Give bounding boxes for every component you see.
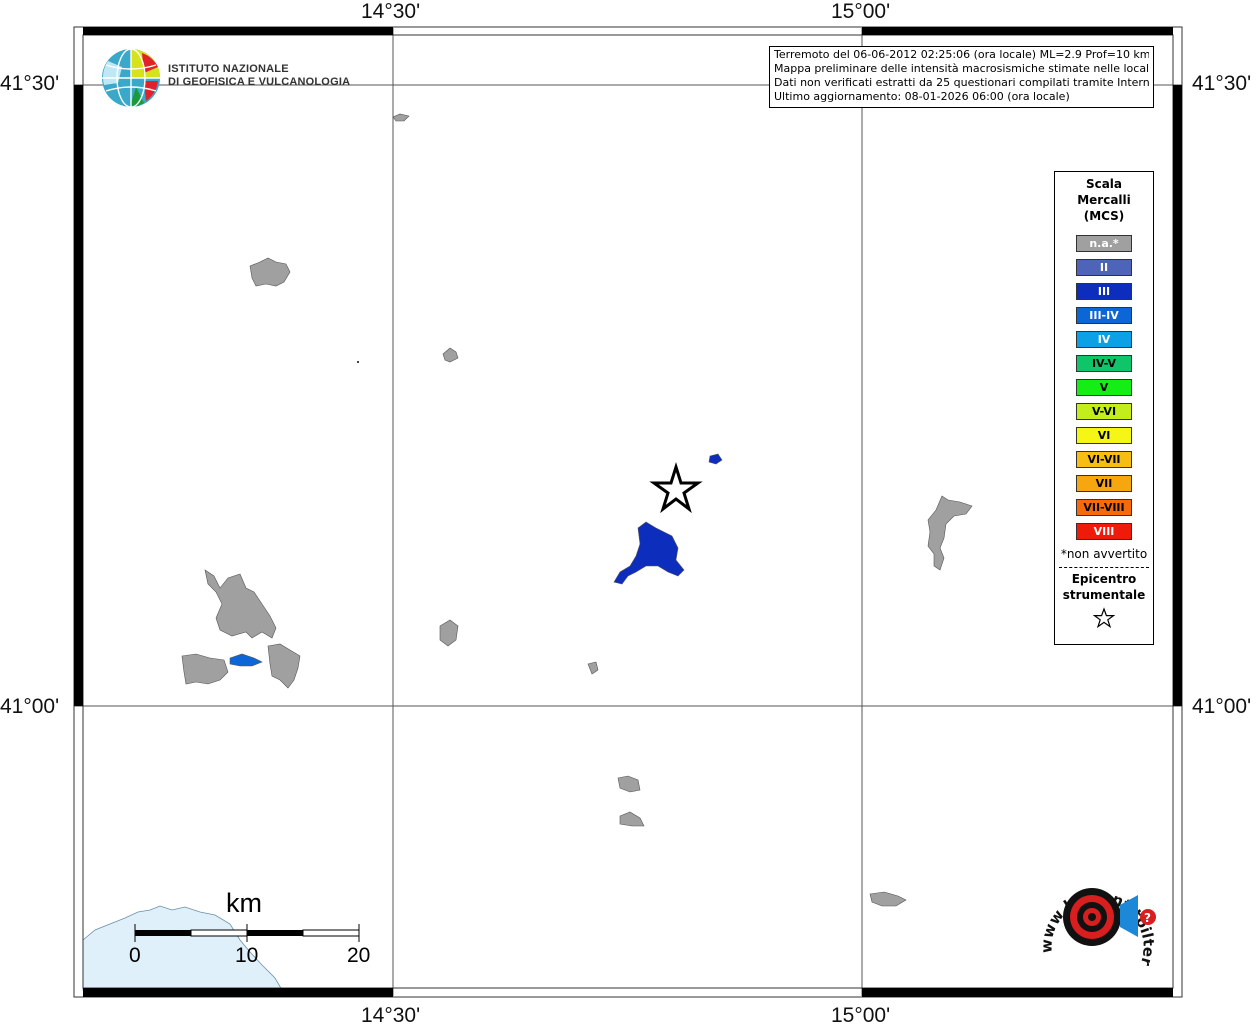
haisentito-emblem-icon: www.haisentitoilterremoto.it ? <box>1022 851 1158 968</box>
municipality-area <box>249 257 291 287</box>
legend-item: VII <box>1076 475 1132 492</box>
municipality-polygons <box>181 113 973 907</box>
legend-item: IV <box>1076 331 1132 348</box>
municipality-area <box>617 775 641 793</box>
scale-bar-unit: km <box>226 888 262 918</box>
legend-separator <box>1059 567 1149 568</box>
scale-bar-label-10: 10 <box>235 944 259 967</box>
legend-item: V-VI <box>1076 403 1132 420</box>
mcs-legend: Scala Mercalli (MCS) n.a.* II III III-IV IV I… <box>1054 171 1154 645</box>
border-segment <box>83 988 393 997</box>
ingv-logo: ISTITUTO NAZIONALE DI GEOFISICA E VULCAN… <box>100 47 350 109</box>
municipality-area <box>357 361 359 363</box>
scale-bar-segment <box>135 930 191 936</box>
municipality-area <box>181 653 229 685</box>
border-segment <box>862 27 1173 35</box>
ingv-globe-icon <box>102 48 160 108</box>
map-description-line: Mappa preliminare delle intensità macros… <box>774 62 1149 75</box>
svg-text:?: ? <box>1144 911 1151 925</box>
lon-label-top-west: 14°30' <box>361 0 421 23</box>
scale-bar-segment <box>302 929 360 937</box>
event-info-box: Terremoto del 06-06-2012 02:25:06 (ora l… <box>769 46 1154 108</box>
last-update-line: Ultimo aggiornamento: 08-01-2026 06:00 (… <box>774 90 1070 103</box>
legend-item: V <box>1076 379 1132 396</box>
legend-note: *non avvertito <box>1060 547 1148 561</box>
municipality-area <box>619 811 645 827</box>
municipality-area <box>204 569 277 639</box>
municipality-area <box>439 619 459 647</box>
legend-item: IV-V <box>1076 355 1132 372</box>
lon-label-bottom-east: 15°00' <box>831 1004 891 1027</box>
ingv-name-line1: ISTITUTO NAZIONALE <box>168 63 289 75</box>
scale-bar-segment <box>247 930 303 936</box>
legend-star-icon <box>1055 607 1153 633</box>
scale-bar-label-0: 0 <box>129 944 141 967</box>
epicenter-star-icon <box>649 461 703 514</box>
legend-item: VII-VIII <box>1076 499 1132 516</box>
municipality-area <box>927 495 973 571</box>
municipality-area <box>267 643 301 689</box>
lat-label-right-south: 41°00' <box>1192 695 1252 718</box>
lon-label-bottom-west: 14°30' <box>361 1004 421 1027</box>
event-info-line: Terremoto del 06-06-2012 02:25:06 (ora l… <box>774 48 1149 61</box>
legend-item: VI <box>1076 427 1132 444</box>
border-segment <box>74 85 83 706</box>
legend-item: II <box>1076 259 1132 276</box>
municipality-area <box>613 521 685 585</box>
legend-item: III <box>1076 283 1132 300</box>
ingv-name-line2: DI GEOFISICA E VULCANOLOGIA <box>168 76 351 88</box>
legend-item: VIII <box>1076 523 1132 540</box>
legend-item: III-IV <box>1076 307 1132 324</box>
border-segment <box>83 27 393 35</box>
legend-item: n.a.* <box>1076 235 1132 252</box>
ingv-name: ISTITUTO NAZIONALE DI GEOFISICA E VULCAN… <box>168 63 350 89</box>
scale-bar-segment <box>190 929 248 937</box>
map-frame-outer <box>73 26 1183 998</box>
lat-label-left-south: 41°00' <box>0 695 60 718</box>
haisentito-logo: www.haisentitoilterremoto.it ? <box>1022 851 1170 985</box>
border-segment <box>1173 85 1182 706</box>
municipality-area <box>229 653 263 667</box>
border-segment <box>862 988 1173 997</box>
municipality-area <box>442 347 459 363</box>
municipality-area <box>587 661 599 675</box>
legend-epicenter-label: Epicentro strumentale <box>1062 572 1146 602</box>
legend-item: VI-VII <box>1076 451 1132 468</box>
scale-bar-label-20: 20 <box>347 944 371 967</box>
lat-label-right-north: 41°30' <box>1192 72 1252 95</box>
lon-label-top-east: 15°00' <box>831 0 891 23</box>
map-frame-inner <box>82 34 1174 989</box>
lat-label-left-north: 41°30' <box>0 72 60 95</box>
data-source-line: Dati non verificati estratti da 25 quest… <box>774 76 1149 89</box>
municipality-area <box>708 453 723 465</box>
municipality-area <box>392 113 410 122</box>
municipality-area <box>869 891 907 907</box>
legend-items: n.a.* II III III-IV IV IV-V V V-VI VI VI-VII VII VI… <box>1055 235 1153 540</box>
legend-title: Scala Mercalli (MCS) <box>1077 177 1131 223</box>
